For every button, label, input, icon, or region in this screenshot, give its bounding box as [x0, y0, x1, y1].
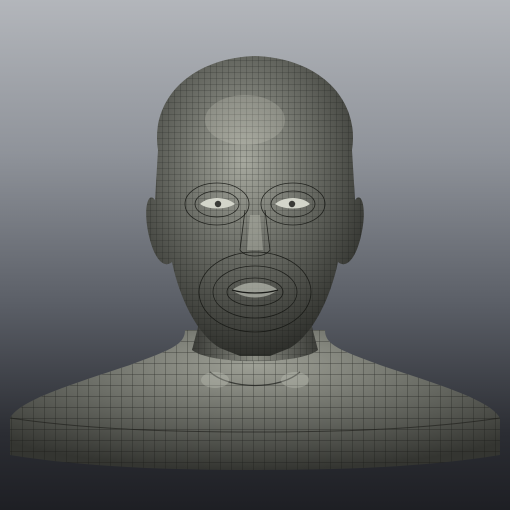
head-mesh: [146, 56, 364, 356]
head-mesh-render[interactable]: [0, 0, 510, 510]
3d-viewport[interactable]: [0, 0, 510, 510]
